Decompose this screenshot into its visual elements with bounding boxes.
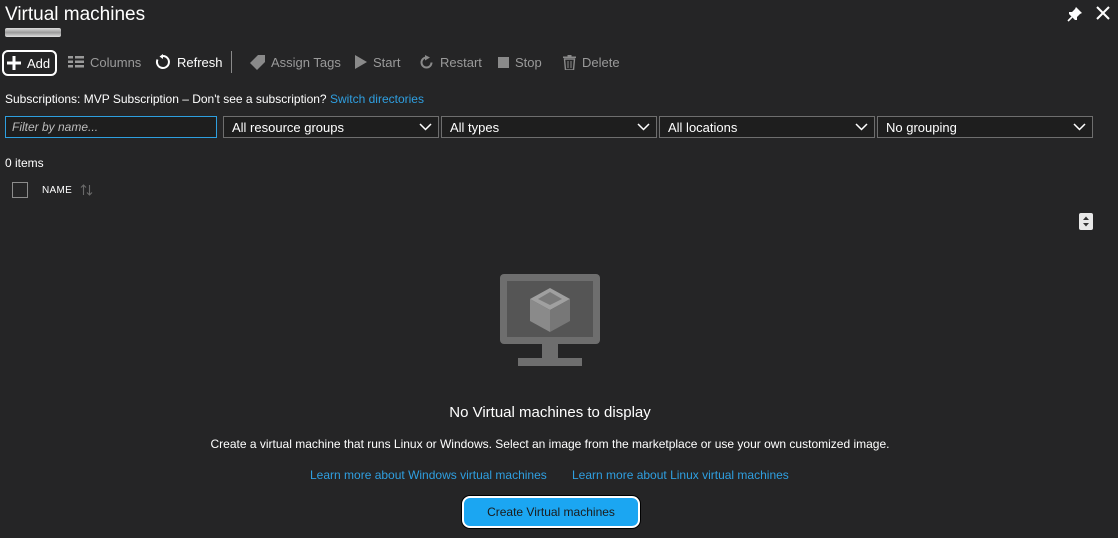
add-label: Add: [27, 55, 51, 71]
learn-linux-vm-link[interactable]: Learn more about Linux virtual machines: [572, 468, 789, 482]
grouping-dropdown[interactable]: No grouping: [877, 116, 1093, 138]
add-button[interactable]: Add: [2, 50, 58, 76]
page-title: Virtual machines: [5, 4, 146, 25]
item-count: 0 items: [5, 156, 44, 170]
subscriptions-value: MVP Subscription – Don't see a subscript…: [83, 92, 327, 106]
virtual-machine-icon: [500, 274, 600, 366]
refresh-icon: [155, 54, 170, 69]
types-value: All types: [450, 119, 500, 135]
refresh-label: Refresh: [177, 54, 223, 70]
types-dropdown[interactable]: All types: [441, 116, 657, 138]
stop-label: Stop: [515, 54, 542, 70]
restart-button[interactable]: Restart: [419, 50, 482, 74]
locations-value: All locations: [668, 119, 738, 135]
command-bar: Add Columns Refresh Assign Tags Start Re…: [0, 50, 1118, 76]
chevron-down-icon: [1073, 123, 1086, 131]
restart-icon: [420, 54, 433, 68]
resource-groups-dropdown[interactable]: All resource groups: [223, 116, 439, 138]
plus-icon: [7, 56, 21, 70]
tag-icon: [250, 54, 265, 70]
restart-label: Restart: [440, 54, 482, 70]
stop-icon: [498, 56, 509, 68]
assign-tags-label: Assign Tags: [271, 54, 341, 70]
create-virtual-machines-button[interactable]: Create Virtual machines: [462, 496, 640, 528]
resource-groups-value: All resource groups: [232, 119, 344, 135]
refresh-button[interactable]: Refresh: [155, 50, 223, 74]
filter-by-name-input[interactable]: [5, 116, 217, 138]
sort-icon[interactable]: [80, 184, 93, 196]
toolbar-divider: [231, 51, 232, 73]
scroll-arrows-icon: [1083, 216, 1089, 227]
subscriptions-line: Subscriptions: MVP Subscription – Don't …: [5, 92, 424, 106]
start-button[interactable]: Start: [355, 50, 400, 74]
stop-button[interactable]: Stop: [498, 50, 542, 74]
assign-tags-button[interactable]: Assign Tags: [250, 50, 341, 74]
delete-button[interactable]: Delete: [563, 50, 620, 74]
columns-label: Columns: [90, 54, 142, 70]
close-icon[interactable]: [1094, 4, 1112, 22]
chevron-down-icon: [855, 123, 868, 131]
empty-state-description: Create a virtual machine that runs Linux…: [210, 437, 890, 451]
empty-state-title: No Virtual machines to display: [449, 404, 651, 421]
columns-button[interactable]: Columns: [68, 50, 141, 74]
name-column-header[interactable]: NAME: [42, 185, 72, 196]
grouping-value: No grouping: [886, 119, 957, 135]
locations-dropdown[interactable]: All locations: [659, 116, 875, 138]
chevron-down-icon: [419, 123, 432, 131]
pin-icon[interactable]: [1066, 5, 1084, 23]
columns-icon: [68, 56, 84, 68]
learn-windows-vm-link[interactable]: Learn more about Windows virtual machine…: [310, 468, 547, 482]
start-label: Start: [373, 54, 401, 70]
play-icon: [355, 55, 367, 69]
trash-icon: [563, 54, 576, 70]
select-all-checkbox[interactable]: [12, 182, 28, 198]
delete-label: Delete: [582, 54, 620, 70]
chevron-down-icon: [637, 123, 650, 131]
switch-directories-link[interactable]: Switch directories: [330, 92, 424, 106]
subscription-name-redacted: [5, 28, 61, 37]
scroll-arrows-button[interactable]: [1079, 213, 1093, 230]
subscriptions-label: Subscriptions:: [5, 92, 81, 106]
